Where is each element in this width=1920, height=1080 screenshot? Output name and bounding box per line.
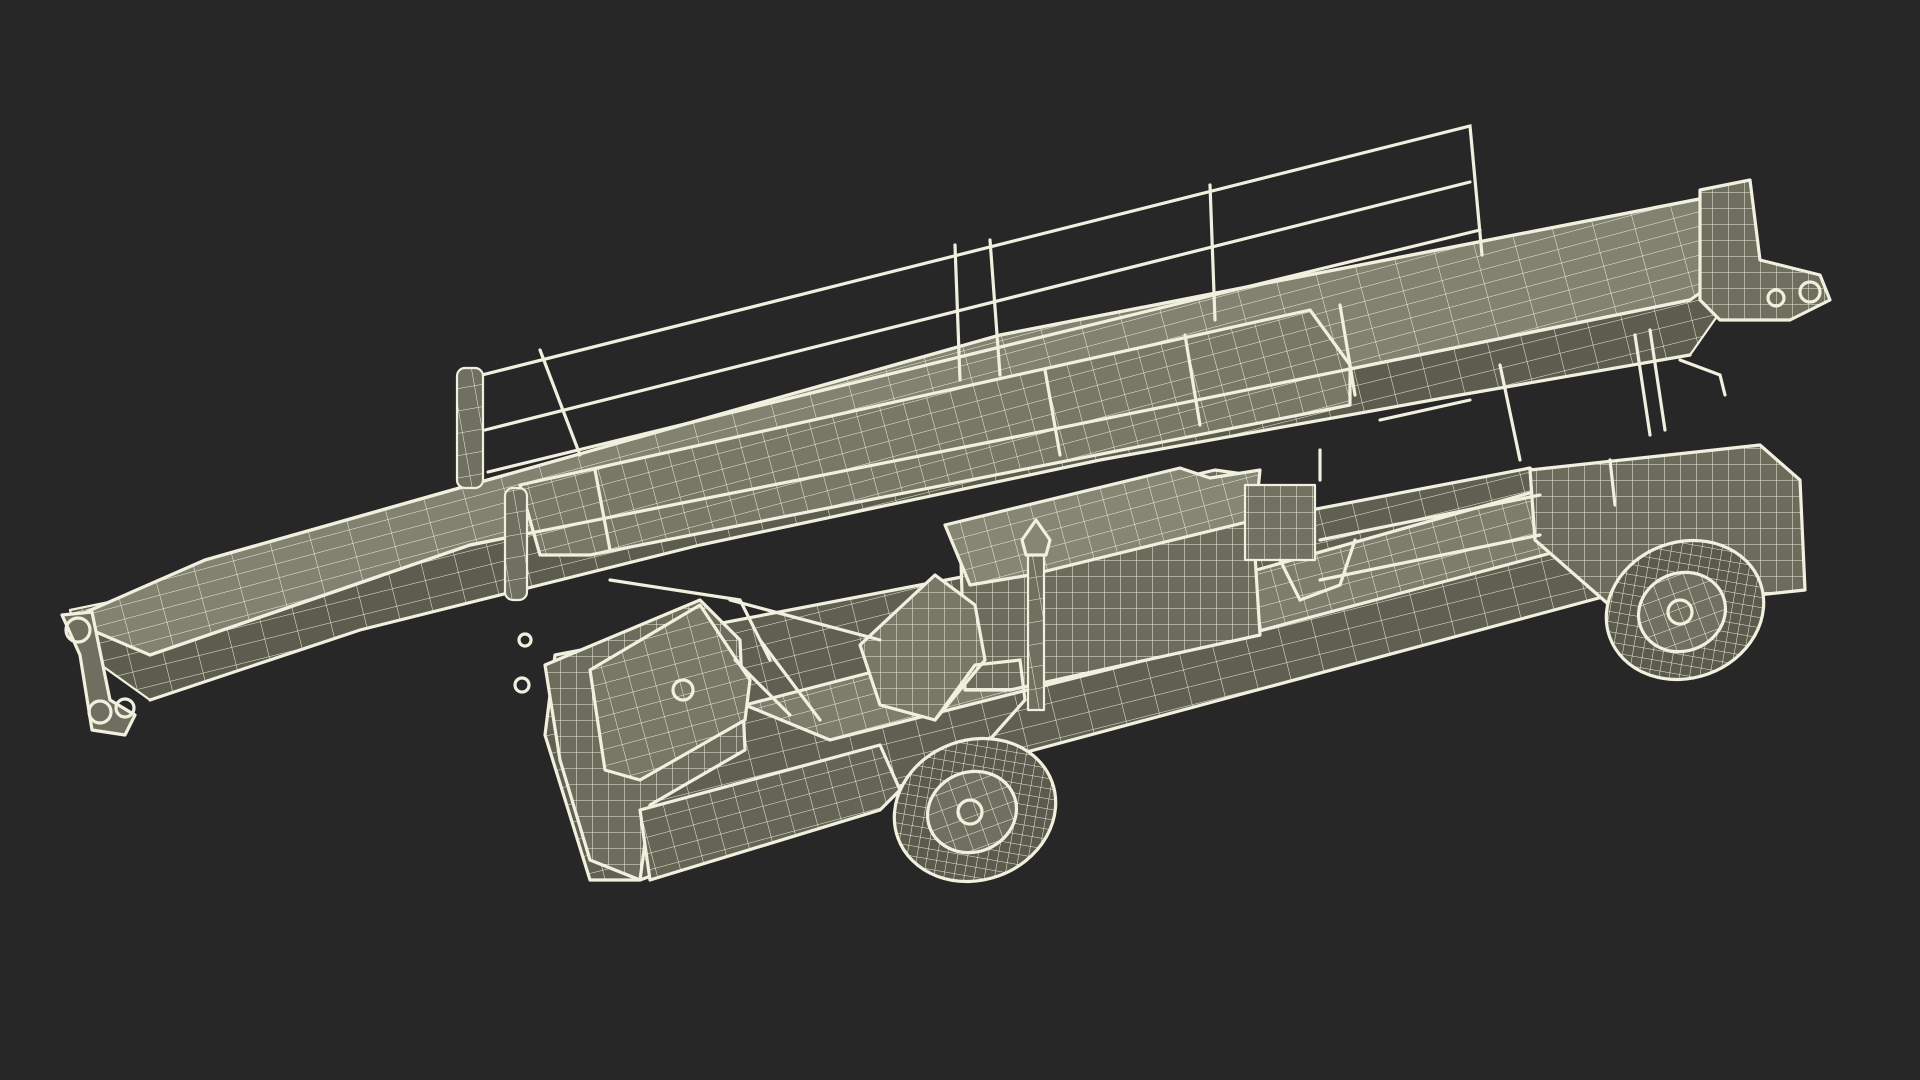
viewport (0, 0, 1920, 1080)
conveyor-belt-loader-wireframe-model (60, 123, 1832, 884)
